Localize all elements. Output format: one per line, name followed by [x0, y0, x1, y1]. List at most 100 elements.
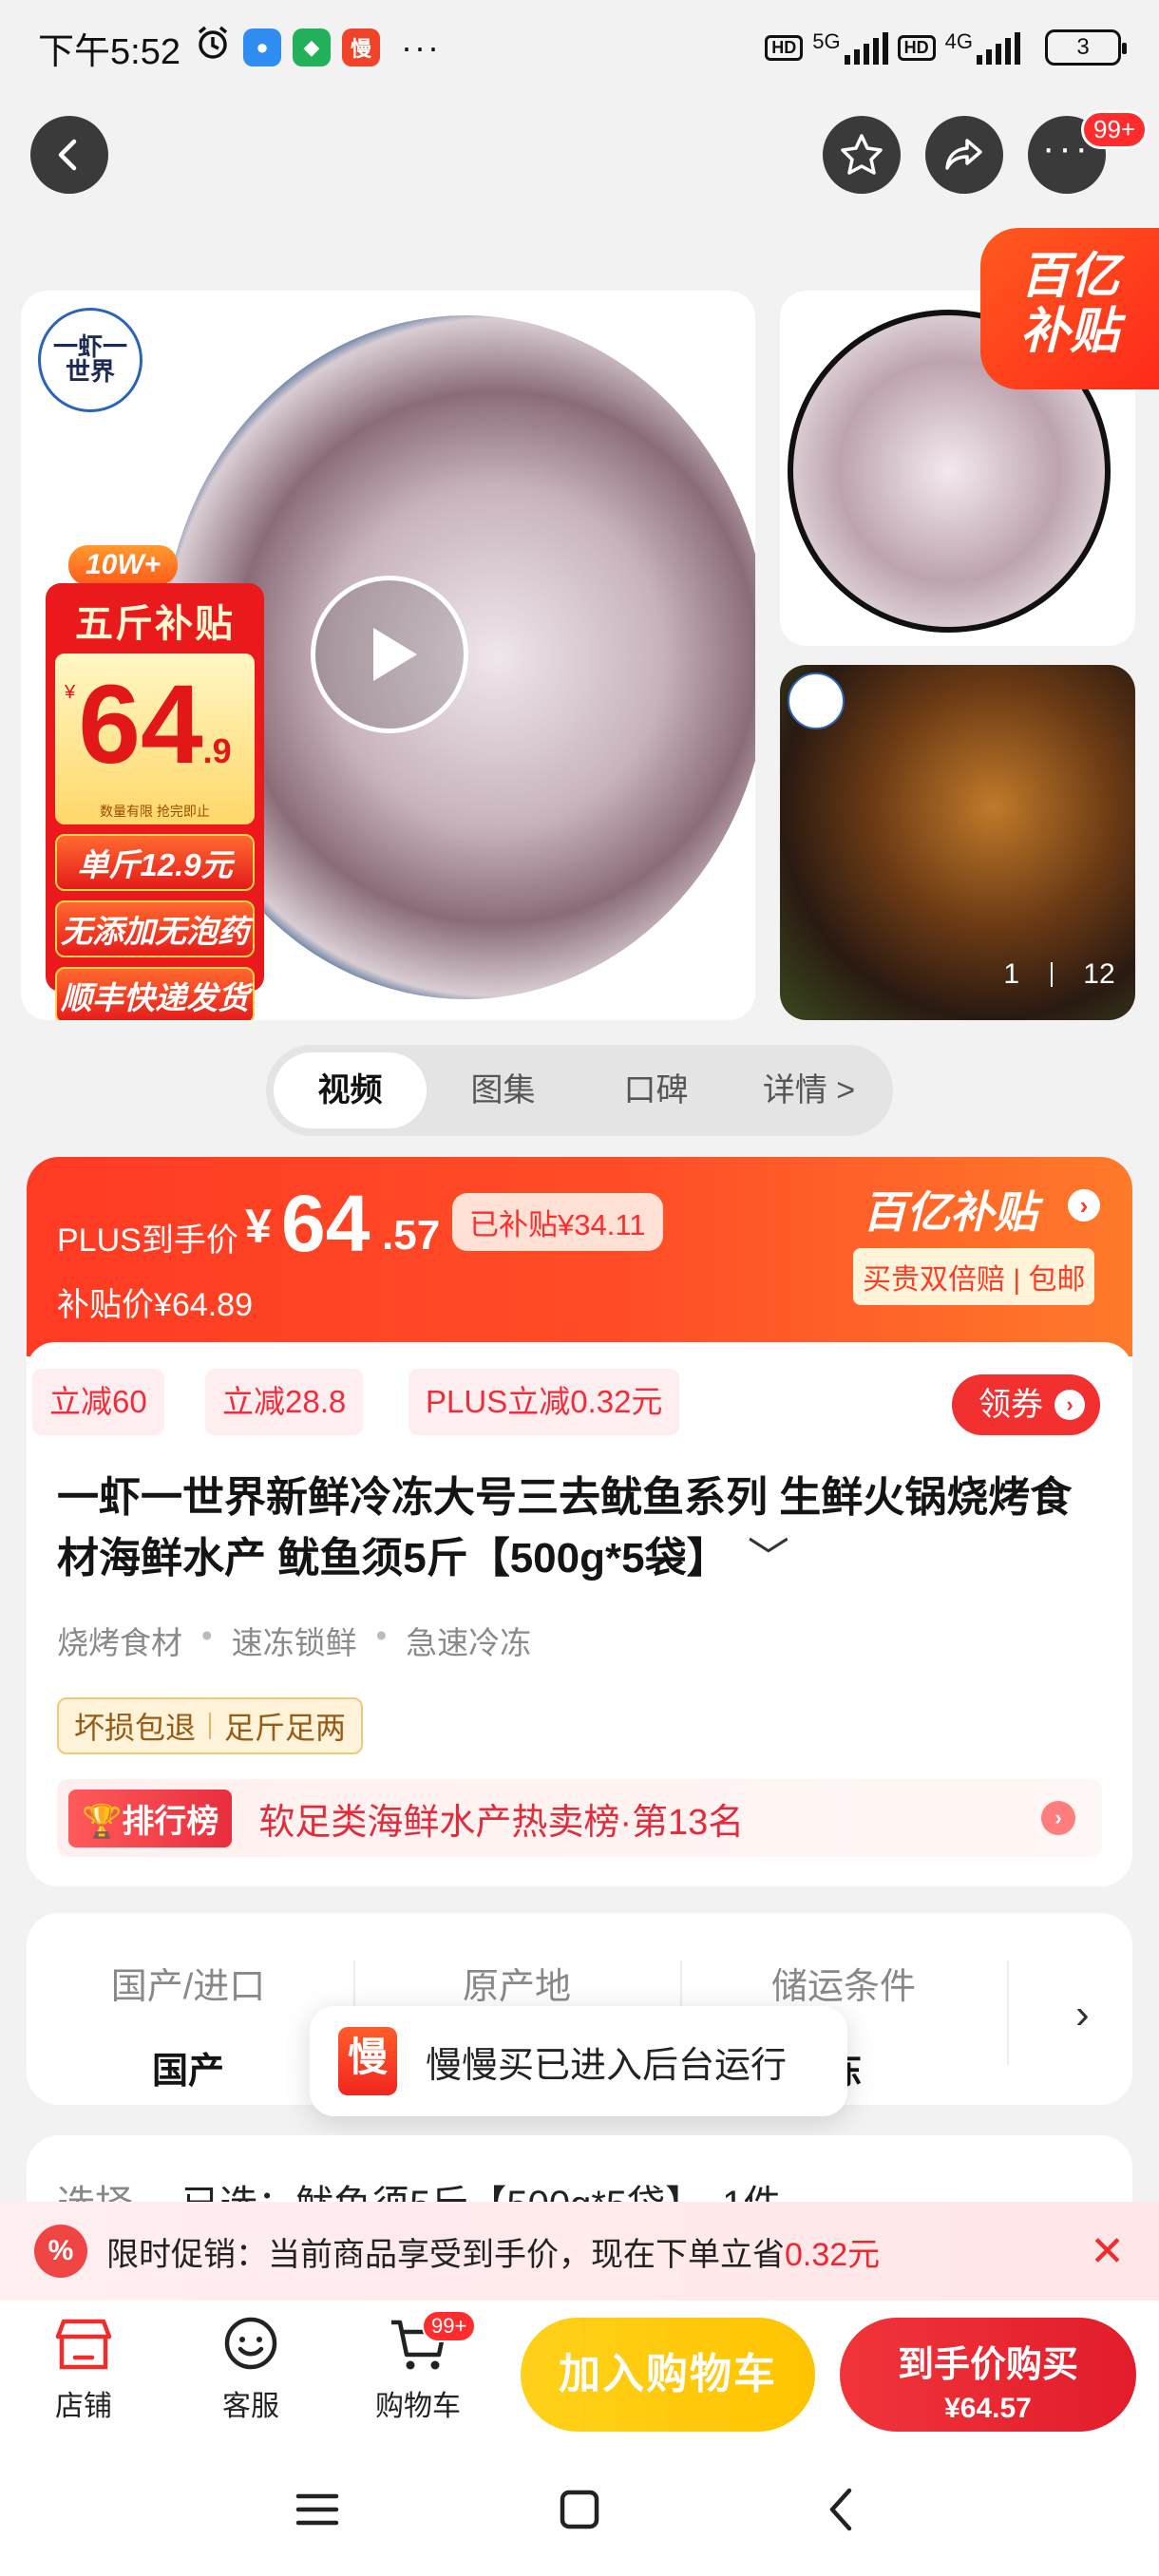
- star-icon: [841, 134, 883, 175]
- promo-price-dec: .9: [202, 731, 232, 770]
- get-coupon-button[interactable]: 领券 ›: [952, 1374, 1100, 1435]
- promo-price: ¥ 64.9 数量有限 抢完即止: [55, 653, 255, 824]
- chevron-right-icon: ›: [1054, 1390, 1085, 1420]
- coupon-tag-plus[interactable]: PLUS立减0.32元: [408, 1369, 680, 1435]
- bottom-action-bar: 店铺 客服 99+ 购物车 加入购物车 到手价购买 ¥64.57: [0, 2301, 1159, 2443]
- signal-4g-label: 4G: [944, 29, 973, 53]
- price-integer: 64: [281, 1179, 370, 1268]
- system-nav-bar: [0, 2443, 1159, 2576]
- alarm-icon: [194, 24, 232, 71]
- gallery-counter: 1 12: [988, 946, 1130, 1003]
- expand-chevron-icon[interactable]: ﹀: [748, 1535, 789, 1582]
- product-title[interactable]: 一虾一世界新鲜冷冻大号三去鱿鱼系列 生鲜火锅烧烤食材海鲜水产 鱿鱼须5斤【500…: [57, 1468, 1102, 1589]
- home-icon[interactable]: [542, 2481, 618, 2538]
- promo-price-int: 64: [78, 662, 203, 787]
- chevron-right-icon: ›: [1041, 1801, 1075, 1835]
- chevron-right-icon[interactable]: ›: [1068, 1189, 1100, 1222]
- shop-icon: [17, 2314, 150, 2375]
- billion-subsidy-badge: 百亿 补贴: [980, 228, 1159, 389]
- toast-message: 慢慢买已进入后台运行: [426, 2045, 788, 2086]
- signal-bars-icon-2: [977, 30, 1020, 65]
- discount-icon: %: [34, 2225, 87, 2278]
- back-arrow-icon: [58, 139, 77, 171]
- signal-5g-label: 5G: [812, 29, 841, 53]
- tab-details[interactable]: 详情 >: [732, 1052, 885, 1128]
- sales-count-tag: 10W+: [68, 545, 179, 585]
- media-tabs: 视频 图集 口碑 详情 >: [266, 1045, 893, 1136]
- tab-gallery[interactable]: 图集: [427, 1052, 580, 1128]
- promo-line-2: 无添加无泡药: [55, 900, 255, 957]
- buy-now-button[interactable]: 到手价购买 ¥64.57: [840, 2318, 1136, 2432]
- back-nav-icon[interactable]: [804, 2481, 880, 2538]
- price-header: PLUS到手价 ¥ 64 .57 已补贴¥34.11 补贴价¥64.89 百亿补…: [27, 1157, 1132, 1356]
- manmanmai-app-icon: 慢: [338, 2027, 397, 2095]
- promo-line-1: 单斤12.9元: [55, 834, 255, 891]
- add-to-cart-button[interactable]: 加入购物车: [521, 2318, 815, 2432]
- status-right: HD 5G HD 4G 3: [765, 29, 1127, 66]
- guarantee-tag: 足斤足两: [224, 1711, 347, 1745]
- tab-video[interactable]: 视频: [274, 1052, 427, 1128]
- gallery-counter-current: 1: [1003, 958, 1019, 990]
- price-currency: ¥: [245, 1200, 272, 1253]
- promo-overlay: 10W+ 五斤补贴 ¥ 64.9 数量有限 抢完即止 单斤12.9元 无添加无泡…: [40, 526, 277, 1020]
- menu-icon[interactable]: [279, 2481, 355, 2538]
- share-icon: [945, 139, 982, 170]
- attribute-tag: 烧烤食材: [57, 1625, 182, 1660]
- main-video-thumbnail[interactable]: 一虾一世界 10W+ 五斤补贴 ¥ 64.9 数量有限 抢完即止 单斤12.9元…: [21, 291, 755, 1020]
- chevron-right-icon[interactable]: ›: [1075, 1991, 1090, 2038]
- price-body: 立减60 立减28.8 PLUS立减0.32元 领券 › 一虾一世界新鲜冷冻大号…: [27, 1342, 1132, 1886]
- shop-button[interactable]: 店铺: [17, 2314, 150, 2424]
- signal-bars-icon: [844, 30, 888, 65]
- promo-card: 五斤补贴 ¥ 64.9 数量有限 抢完即止 单斤12.9元 无添加无泡药 顺丰快…: [46, 583, 264, 1020]
- coupon-tag-2[interactable]: 立减28.8: [205, 1369, 364, 1435]
- promo-bar-saving: 0.32元: [785, 2236, 881, 2273]
- plus-price-label: PLUS到手价: [57, 1222, 238, 1259]
- hd-icon: HD: [765, 34, 804, 61]
- status-time: 下午5:52: [38, 31, 180, 72]
- param-origin-type: 国产/进口 国产: [110, 1967, 266, 2092]
- brand-logo-small: [788, 672, 845, 729]
- status-bar: 下午5:52 ● ◆ 慢 ··· HD 5G HD 4G 3: [0, 0, 1159, 95]
- billion-subsidy-title[interactable]: 百亿补贴: [863, 1178, 1037, 1241]
- back-button[interactable]: [30, 116, 108, 194]
- subsidy-guarantee-tag: 买贵双倍赔 | 包邮: [853, 1248, 1095, 1305]
- app-root: 下午5:52 ● ◆ 慢 ··· HD 5G HD 4G 3 ··· 99+ 一…: [0, 0, 1159, 2576]
- product-attributes: 烧烤食材 • 速冻锁鲜 • 急速冷冻: [57, 1618, 531, 1663]
- messenger-app-icon: ●: [242, 28, 281, 66]
- attribute-tag: 急速冷冻: [406, 1625, 532, 1660]
- promo-line-3: 顺丰快递发货: [55, 967, 255, 1020]
- share-button[interactable]: [925, 116, 1003, 194]
- promo-currency: ¥: [65, 682, 76, 703]
- chat-smile-icon: [184, 2314, 317, 2375]
- ranking-row[interactable]: 🏆排行榜 软足类海鲜水产热卖榜·第13名 ›: [57, 1779, 1102, 1857]
- price-card: PLUS到手价 ¥ 64 .57 已补贴¥34.11 补贴价¥64.89 百亿补…: [27, 1157, 1132, 1886]
- manmanmai-app-icon: 慢: [341, 28, 380, 66]
- more-menu-badge: 99+: [1081, 110, 1149, 149]
- limited-promo-bar[interactable]: % 限时促销：当前商品享受到手价，现在下单立省0.32元 ✕: [0, 2202, 1159, 2301]
- cart-button[interactable]: 99+ 购物车: [352, 2310, 484, 2424]
- price-decimal: .57: [382, 1212, 441, 1259]
- play-icon[interactable]: [311, 576, 468, 733]
- gallery-counter-total: 12: [1083, 958, 1115, 990]
- promo-note: 数量有限 抢完即止: [100, 804, 210, 819]
- guarantee-tags[interactable]: 坏损包退 足斤足两: [57, 1697, 364, 1754]
- favorite-button[interactable]: [823, 116, 901, 194]
- subsidy-amount-badge: 已补贴¥34.11: [452, 1193, 663, 1251]
- customer-service-button[interactable]: 客服: [184, 2314, 317, 2424]
- hd-icon-2: HD: [897, 34, 936, 61]
- battery-icon: 3: [1045, 29, 1127, 66]
- brand-logo: 一虾一世界: [38, 308, 142, 412]
- close-icon[interactable]: ✕: [1090, 2227, 1125, 2276]
- cart-count-badge: 99+: [422, 2310, 477, 2342]
- promo-heading: 五斤补贴: [75, 603, 235, 645]
- tab-reviews[interactable]: 口碑: [580, 1052, 732, 1128]
- ranking-text: 软足类海鲜水产热卖榜·第13名: [258, 1802, 745, 1843]
- security-app-icon: ◆: [292, 28, 331, 66]
- promo-bar-text: 限时促销：当前商品享受到手价，现在下单立省0.32元: [106, 2236, 881, 2273]
- trophy-icon: 🏆: [82, 1803, 123, 1840]
- attribute-tag: 速冻锁鲜: [231, 1625, 357, 1660]
- ranking-badge: 🏆排行榜: [68, 1789, 233, 1847]
- background-running-toast: 慢 慢慢买已进入后台运行: [310, 2006, 847, 2116]
- guarantee-tag: 坏损包退: [74, 1711, 197, 1745]
- coupon-tag-1[interactable]: 立减60: [32, 1369, 164, 1435]
